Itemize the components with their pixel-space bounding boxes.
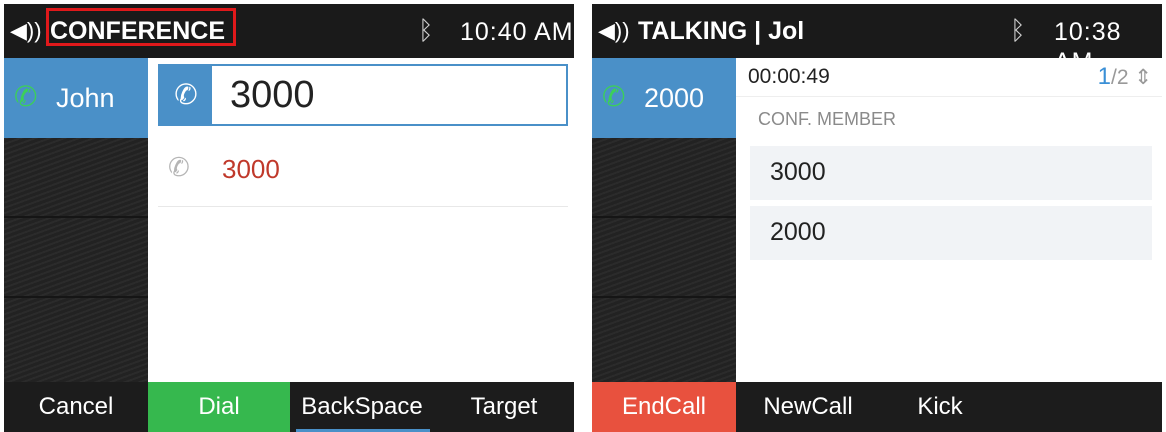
dial-main: ✆ 3000 ✆ 3000 [148,58,574,382]
line-sidebar: ✆ John [4,58,148,382]
conf-member-number: 2000 [770,218,826,246]
divider [4,216,148,218]
dialpad-icon: ✆ [160,66,212,124]
status-time: 10:40 AM [460,18,574,46]
page-current: 1 [1097,63,1112,90]
phone-icon: ✆ [14,81,38,112]
line-sidebar: ✆ 2000 [592,58,736,382]
page-total: /2 [1111,66,1129,89]
speaker-icon: ◀)) [598,18,630,43]
bluetooth-icon: ᛒ [418,15,434,45]
conf-member-number: 3000 [770,158,826,186]
divider [592,296,736,298]
conf-member-label: CONF. MEMBER [758,109,897,129]
page-indicator[interactable]: 1/2 ⇕ [1098,64,1152,91]
status-title: TALKING | Jol [638,17,805,45]
up-down-icon: ⇕ [1134,66,1152,89]
kick-button[interactable]: Kick [880,382,1000,432]
dial-input[interactable]: ✆ 3000 [158,64,568,126]
phone-icon: ✆ [168,152,190,182]
dial-input-value: 3000 [230,74,315,116]
cancel-button[interactable]: Cancel [4,382,148,432]
divider [4,296,148,298]
bluetooth-icon: ᛒ [1010,15,1026,45]
call-main: 00:00:49 1/2 ⇕ CONF. MEMBER 3000 2000 [736,58,1162,382]
divider [592,216,736,218]
softkey-bar: EndCall NewCall Kick [592,382,1162,432]
target-button[interactable]: Target [434,382,574,432]
suggestion-number: 3000 [222,154,280,184]
conference-phone-icon: ✆ [602,81,626,112]
suggestion-row[interactable]: ✆ 3000 [158,136,568,207]
newcall-button[interactable]: NewCall [736,382,880,432]
line-key-2000[interactable]: ✆ 2000 [592,58,736,138]
line-label: 2000 [644,83,705,113]
status-bar: ◀)) TALKING | Jol ᛒ 10:38 AM [592,4,1162,76]
line-key-john[interactable]: ✆ John [4,58,148,138]
conf-member-row[interactable]: 2000 [750,206,1152,260]
softkey-bar: Cancel Dial BackSpace Target [4,382,574,432]
call-timer: 00:00:49 [748,65,830,88]
status-bar: ◀)) CONFERENCE ᛒ 10:40 AM [4,4,574,58]
talking-screen: ◀)) TALKING | Jol ᛒ 10:38 AM ✆ 2000 00:0… [592,4,1162,432]
highlight-box [46,8,236,46]
line-label: John [56,83,115,113]
dial-screen: ◀)) CONFERENCE ᛒ 10:40 AM ✆ John ✆ 3000 … [4,4,574,432]
speaker-icon: ◀)) [10,18,42,43]
conf-member-row[interactable]: 3000 [750,146,1152,200]
conf-member-header: CONF. MEMBER [736,96,1162,143]
dial-button[interactable]: Dial [148,382,290,432]
endcall-button[interactable]: EndCall [592,382,736,432]
backspace-button[interactable]: BackSpace [290,382,434,432]
